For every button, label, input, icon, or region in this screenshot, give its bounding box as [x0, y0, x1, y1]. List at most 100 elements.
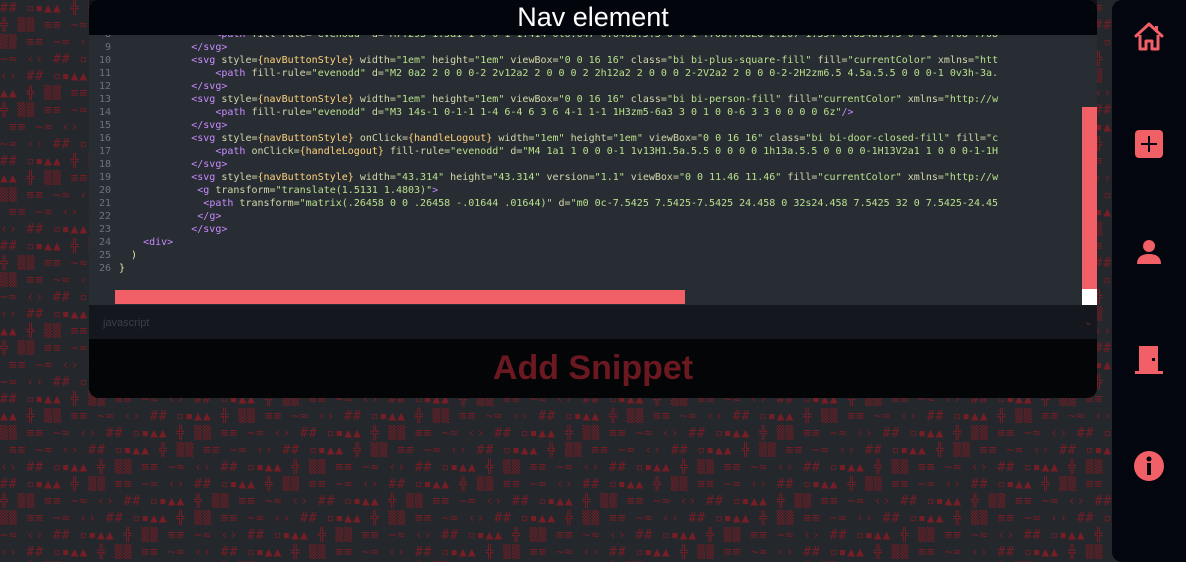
code-token: viewBox= — [642, 133, 698, 144]
code-token: <svg — [191, 133, 222, 144]
code-token: "M3 14s-1 0-1-1 1-4 6-4 6 3 6 4-1 1-1 1H… — [383, 107, 842, 118]
code-token: "evenodd" — [312, 35, 366, 40]
code-token: "evenodd" — [450, 146, 505, 157]
horizontal-scrollbar-thumb[interactable] — [115, 290, 685, 304]
code-token: d= — [552, 198, 571, 209]
code-line: 24 <div> — [89, 236, 1097, 249]
code-line: 15 </svg> — [89, 119, 1097, 132]
line-number: 20 — [98, 185, 111, 196]
code-token: <div> — [143, 237, 174, 248]
code-token: </svg> — [191, 224, 228, 235]
code-token: "0 0 11.46 11.46" — [678, 172, 782, 183]
code-token: style= — [221, 172, 258, 183]
code-token: "currentColor" — [847, 55, 932, 66]
code-token: <path — [215, 107, 252, 118]
snippet-modal: Nav element 8 <path fill-rule="evenodd" … — [89, 0, 1097, 398]
code-token: <svg — [191, 94, 222, 105]
horizontal-scrollbar[interactable] — [115, 289, 1097, 305]
code-token: height= — [444, 172, 493, 183]
code-token: {navButtonStyle} — [257, 94, 354, 105]
code-token: d= — [366, 35, 384, 40]
code-token: xmlns= — [931, 55, 975, 66]
home-icon[interactable] — [1133, 21, 1165, 53]
code-token: "1.1" — [594, 172, 625, 183]
code-token: <path — [215, 35, 251, 40]
code-token: class= — [763, 133, 806, 144]
language-select-value: javascript — [103, 317, 150, 329]
code-token: "bi bi-plus-square-fill" — [666, 55, 812, 66]
line-number: 15 — [98, 120, 111, 131]
code-token: <path — [215, 68, 252, 79]
code-token: } — [119, 263, 126, 274]
line-number: 13 — [98, 94, 111, 105]
code-token: <svg — [191, 55, 222, 66]
line-number: 12 — [98, 81, 111, 92]
info-icon[interactable] — [1133, 450, 1165, 482]
logout-door-icon[interactable] — [1133, 344, 1165, 376]
code-line: 26} — [89, 262, 1097, 275]
code-token: "M7.293 1.5a1 1 0 0 1 1.414 0l6.647 6.64… — [384, 35, 998, 40]
code-token: height= — [426, 94, 475, 105]
code-token: width= — [353, 172, 396, 183]
code-token: "1em" — [395, 94, 427, 105]
code-token: class= — [624, 55, 667, 66]
code-token: {navButtonStyle} — [257, 172, 354, 183]
code-token: xmlns= — [901, 94, 944, 105]
code-token: "bi bi-door-closed-fill" — [805, 133, 950, 144]
language-select[interactable]: javascript ⌄ — [89, 305, 1097, 339]
code-token: fill= — [811, 55, 848, 66]
code-token: "1em" — [474, 55, 505, 66]
line-number: 21 — [98, 198, 111, 209]
line-number: 23 — [98, 224, 111, 235]
code-token: "0 0 16 16" — [697, 133, 764, 144]
code-token: "evenodd" — [311, 107, 366, 118]
code-token: fill= — [949, 133, 987, 144]
code-token: "M4 1a1 1 0 0 0-1 1v13H1.5a.5.5 0 0 0 0 … — [522, 146, 999, 157]
code-token: "matrix(.26458 0 0 .26458 -.01644 .01644… — [299, 198, 553, 209]
code-token: class= — [624, 94, 667, 105]
code-token: height= — [426, 55, 475, 66]
code-token: {handleLogout} — [299, 146, 384, 157]
code-token: fill-rule= — [251, 68, 312, 79]
code-token: </svg> — [191, 159, 228, 170]
line-number: 19 — [98, 172, 111, 183]
code-token: xmlns= — [901, 172, 944, 183]
code-token: "c — [986, 133, 999, 144]
code-token: "http://w — [943, 172, 999, 183]
code-token: viewBox= — [624, 172, 679, 183]
add-snippet-button[interactable]: Add Snippet — [89, 339, 1097, 398]
line-number: 17 — [98, 146, 111, 157]
code-token: "evenodd" — [311, 68, 366, 79]
code-token: version= — [540, 172, 595, 183]
code-token: width= — [353, 94, 396, 105]
code-line: 16 <svg style={navButtonStyle} onClick={… — [89, 132, 1097, 145]
code-token: "currentColor" — [817, 94, 902, 105]
code-token: <path — [203, 198, 240, 209]
code-line: 22 </g> — [89, 210, 1097, 223]
line-number: 25 — [98, 250, 111, 261]
line-number: 11 — [98, 68, 111, 79]
code-token: fill-rule= — [251, 35, 311, 40]
code-token: "bi bi-person-fill" — [666, 94, 782, 105]
add-snippet-icon[interactable] — [1133, 128, 1165, 160]
code-token: width= — [492, 133, 535, 144]
code-line: 23 </svg> — [89, 223, 1097, 236]
code-token: "m0 0c-7.5425 7.5425-7.5425 24.458 0 32s… — [570, 198, 999, 209]
code-token: > — [432, 185, 439, 196]
code-token: fill-rule= — [383, 146, 451, 157]
code-token: <g — [197, 185, 216, 196]
code-token: "1em" — [534, 133, 565, 144]
code-editor[interactable]: 8 <path fill-rule="evenodd" d="M7.293 1.… — [89, 35, 1097, 305]
code-token: "http://w — [943, 94, 999, 105]
chevron-down-icon: ⌄ — [1083, 316, 1093, 328]
code-token: /> — [841, 107, 854, 118]
line-number: 22 — [98, 211, 111, 222]
code-line: 18 </svg> — [89, 158, 1097, 171]
code-line: 17 <path onClick={handleLogout} fill-rul… — [89, 145, 1097, 158]
code-token: d= — [365, 107, 384, 118]
line-number: 26 — [98, 263, 111, 274]
profile-icon[interactable] — [1133, 236, 1165, 268]
code-line: 10 <svg style={navButtonStyle} width="1e… — [89, 54, 1097, 67]
code-token: d= — [504, 146, 523, 157]
code-token: </svg> — [191, 120, 228, 131]
